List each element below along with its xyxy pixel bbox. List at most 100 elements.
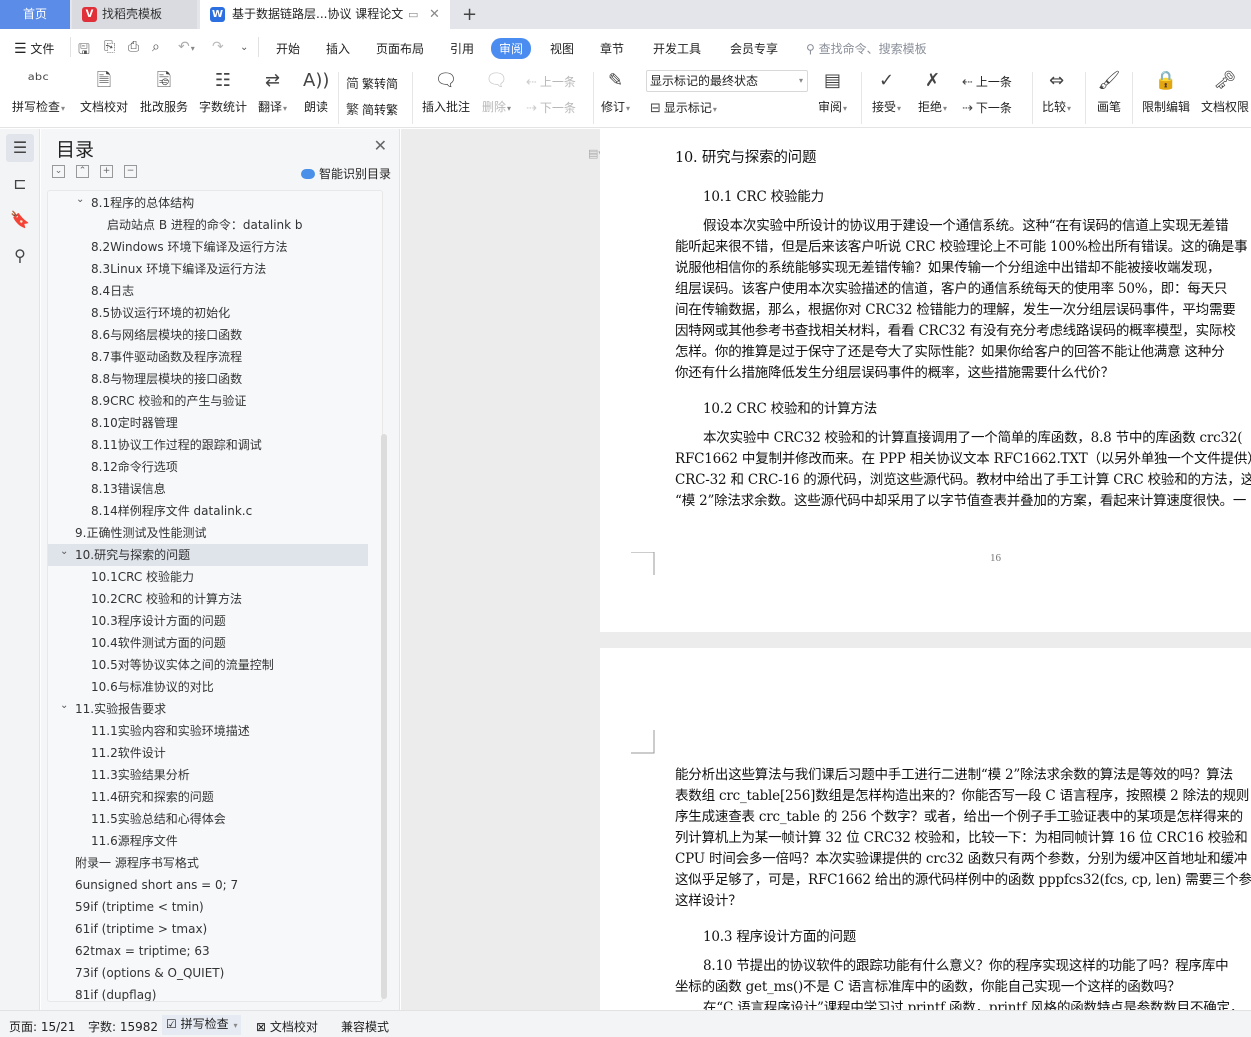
tab-insert[interactable]: 插入: [326, 40, 350, 57]
expand-all-icon[interactable]: +: [100, 165, 113, 178]
markup-mode-select[interactable]: 显示标记的最终状态 ▾: [646, 70, 808, 92]
new-tab-button[interactable]: +: [462, 0, 477, 29]
toc-item[interactable]: 8.6与网络层模块的接口函数: [48, 324, 368, 346]
word-count-button[interactable]: ☷ 字数统计: [199, 68, 247, 115]
tab-references[interactable]: 引用: [450, 40, 474, 57]
toc-item[interactable]: 8.7事件驱动函数及程序流程: [48, 346, 368, 368]
print-icon[interactable]: ⎙: [128, 39, 139, 55]
toc-item[interactable]: 10.1CRC 校验能力: [48, 566, 368, 588]
toc-item[interactable]: 8.8与物理层模块的接口函数: [48, 368, 368, 390]
prev-comment-button[interactable]: ⇠ 上一条: [526, 73, 576, 90]
collapse-all-icon[interactable]: −: [124, 165, 137, 178]
collapse-up-icon[interactable]: ⌃: [76, 165, 89, 178]
review-service-button[interactable]: 🗟 批改服务: [140, 68, 188, 115]
translate-button[interactable]: ⇄ 翻译▾: [258, 68, 287, 115]
toc-item[interactable]: 启动站点 B 进程的命令：datalink b: [48, 214, 368, 236]
toc-item[interactable]: 8.2Windows 环境下编译及运行方法: [48, 236, 368, 258]
toc-item[interactable]: 10.6与标准协议的对比: [48, 676, 368, 698]
tab-view[interactable]: 视图: [550, 40, 574, 57]
delete-comment-button[interactable]: 🗨 删除▾: [482, 68, 511, 115]
toc-item[interactable]: 11.5实验总结和心得体会: [48, 808, 368, 830]
pen-button[interactable]: 🖌 画笔: [1096, 68, 1122, 115]
review-pane-button[interactable]: ▤ 审阅▾: [818, 68, 847, 115]
accept-button[interactable]: ✓ 接受▾: [872, 68, 901, 115]
toc-item[interactable]: 10.5对等协议实体之间的流量控制: [48, 654, 368, 676]
toc-item[interactable]: 73if (options & O_QUIET): [48, 962, 368, 984]
tab-page-layout[interactable]: 页面布局: [376, 40, 424, 57]
print-preview-icon[interactable]: ⌕: [152, 39, 160, 55]
toc-item[interactable]: 9.正确性测试及性能测试: [48, 522, 368, 544]
read-aloud-button[interactable]: A)) 朗读: [303, 68, 329, 115]
search-icon[interactable]: ⚲: [6, 242, 34, 270]
smart-detect-toc-button[interactable]: 智能识别目录: [300, 165, 391, 182]
insert-comment-button[interactable]: 🗨 插入批注: [422, 68, 470, 115]
next-comment-button[interactable]: ⇢ 下一条: [526, 99, 576, 116]
toc-item[interactable]: 11.1实验内容和实验环境描述: [48, 720, 368, 742]
toc-item[interactable]: 10.3程序设计方面的问题: [48, 610, 368, 632]
simp-to-trad-button[interactable]: 繁简转繁: [346, 99, 398, 118]
undo-icon[interactable]: ↶▾: [178, 39, 195, 55]
bookmark-icon[interactable]: 🔖: [6, 206, 34, 234]
close-icon[interactable]: ✕: [374, 136, 387, 155]
toc-item[interactable]: 61if (triptime > tmax): [48, 918, 368, 940]
toc-item[interactable]: 8.12命令行选项: [48, 456, 368, 478]
toc-item[interactable]: 8.3Linux 环境下编译及运行方法: [48, 258, 368, 280]
redo-icon[interactable]: ↷: [212, 39, 224, 55]
doc-permission-button[interactable]: 🗝 文档权限: [1201, 68, 1249, 115]
restrict-edit-button[interactable]: 🔒 限制编辑: [1142, 68, 1190, 115]
file-menu[interactable]: ☰ 文件: [14, 40, 54, 57]
next-change-button[interactable]: ⇢ 下一条: [962, 99, 1012, 116]
reject-button[interactable]: ✗ 拒绝▾: [918, 68, 947, 115]
float-window-icon[interactable]: ▭: [408, 0, 418, 29]
toc-item[interactable]: 8.5协议运行环境的初始化: [48, 302, 368, 324]
toc-item[interactable]: 8.4日志: [48, 280, 368, 302]
tab-home[interactable]: 首页: [0, 0, 70, 29]
toc-item[interactable]: 8.13错误信息: [48, 478, 368, 500]
command-search[interactable]: ⚲ 查找命令、搜索模板: [806, 40, 927, 57]
tab-start[interactable]: 开始: [276, 40, 300, 57]
toc-scrollbar[interactable]: [381, 434, 387, 999]
tab-chapter[interactable]: 章节: [600, 40, 624, 57]
toc-item[interactable]: 6unsigned short ans = 0; 7: [48, 874, 368, 896]
toc-item[interactable]: 10.4软件测试方面的问题: [48, 632, 368, 654]
show-markup-button[interactable]: ⊟ 显示标记▾: [650, 99, 717, 116]
word-count-status[interactable]: 字数: 15982: [88, 1018, 158, 1035]
tab-template[interactable]: ᐯ 找稻壳模板: [72, 0, 197, 29]
chevron-down-icon[interactable]: ⌄: [76, 191, 84, 211]
toc-item[interactable]: 附录一 源程序书写格式: [48, 852, 368, 874]
export-pdf-icon[interactable]: ⎘: [104, 39, 115, 55]
toc-item[interactable]: 8.9CRC 校验和的产生与验证: [48, 390, 368, 412]
tab-review[interactable]: 审阅: [491, 38, 532, 59]
toc-item[interactable]: 11.4研究和探索的问题: [48, 786, 368, 808]
tab-member[interactable]: 会员专享: [730, 40, 778, 57]
chapter-nav-icon[interactable]: ⊏: [6, 170, 34, 198]
toc-icon[interactable]: ☰: [6, 134, 34, 162]
toc-item[interactable]: ⌄ 11.实验报告要求: [48, 698, 368, 720]
toc-item[interactable]: ⌄ 10.研究与探索的问题: [48, 544, 368, 566]
trad-to-simp-button[interactable]: 简繁转简: [346, 73, 398, 92]
track-changes-button[interactable]: ✎ 修订▾: [601, 68, 630, 115]
page-indicator[interactable]: 页面: 15/21: [9, 1018, 75, 1035]
toc-item[interactable]: 8.10定时器管理: [48, 412, 368, 434]
toc-item[interactable]: ⌄ 8.1程序的总体结构: [48, 192, 368, 214]
expand-down-icon[interactable]: ⌄: [52, 165, 65, 178]
toc-item[interactable]: 62tmax = triptime; 63: [48, 940, 368, 962]
save-icon[interactable]: 🖫: [78, 39, 90, 63]
close-tab-icon[interactable]: ✕: [429, 0, 440, 29]
compare-button[interactable]: ⇔ 比较▾: [1042, 68, 1071, 115]
tab-document[interactable]: W 基于数据链路层...协议 课程论文 ▭ ✕: [200, 0, 450, 29]
customize-toolbar-icon[interactable]: ⌄: [240, 42, 248, 53]
tab-developer[interactable]: 开发工具: [653, 40, 701, 57]
chevron-down-icon[interactable]: ⌄: [60, 541, 68, 563]
toc-item[interactable]: 11.3实验结果分析: [48, 764, 368, 786]
toc-item[interactable]: 8.11协议工作过程的跟踪和调试: [48, 434, 368, 456]
toc-item[interactable]: 11.2软件设计: [48, 742, 368, 764]
toc-item[interactable]: 10.2CRC 校验和的计算方法: [48, 588, 368, 610]
chevron-down-icon[interactable]: ⌄: [60, 695, 68, 717]
prev-change-button[interactable]: ⇠ 上一条: [962, 73, 1012, 90]
toc-item[interactable]: 8.14样例程序文件 datalink.c: [48, 500, 368, 522]
doc-proof-button[interactable]: 🗎 文档校对: [80, 68, 128, 115]
toc-item[interactable]: 59if (triptime < tmin): [48, 896, 368, 918]
toc-item[interactable]: 11.6源程序文件: [48, 830, 368, 852]
toc-item[interactable]: 81if (dupflag): [48, 984, 368, 1001]
